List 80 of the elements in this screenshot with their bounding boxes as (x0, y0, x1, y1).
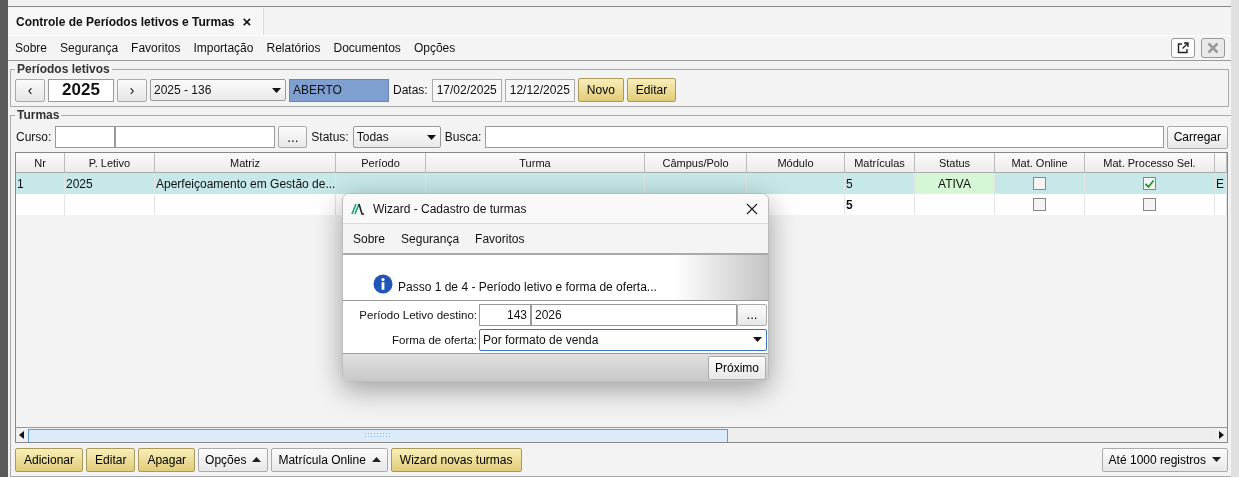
column-header[interactable]: Matrículas (845, 153, 915, 173)
close-icon (1207, 42, 1219, 54)
checkbox[interactable] (1033, 177, 1046, 190)
menu-item[interactable]: Favoritos (131, 41, 181, 55)
browse-button[interactable]: ... (737, 303, 767, 326)
status-dropdown[interactable]: Todas (352, 126, 441, 148)
course-code-field[interactable] (55, 126, 116, 148)
menu-item[interactable]: Sobre (15, 41, 48, 55)
action-button[interactable]: Novo (577, 78, 624, 102)
start-date-field[interactable]: 17/02/2025 (431, 78, 502, 102)
tab[interactable]: Controle de Períodos letivos e Turmas × (8, 8, 265, 35)
column-header[interactable]: Câmpus/Polo (645, 153, 747, 173)
checkbox[interactable] (1143, 198, 1156, 211)
browse-button[interactable]: ... (278, 126, 308, 148)
popout-button[interactable] (1171, 38, 1195, 58)
next-button[interactable]: Próximo (708, 355, 766, 380)
column-header[interactable]: Nr (16, 153, 65, 173)
status-field: ABERTO (289, 78, 389, 102)
column-header[interactable]: Mat. Online (995, 153, 1085, 173)
course-label: Curso: (15, 130, 53, 144)
period-field[interactable]: 2026 (531, 303, 737, 326)
group-title: Períodos letivos (16, 62, 111, 76)
table-cell: 5 (845, 194, 915, 215)
group-title: Turmas (16, 108, 61, 122)
close-icon[interactable] (746, 202, 758, 215)
menu-button[interactable]: Opções (198, 447, 269, 472)
year-field[interactable]: 2025 (48, 78, 114, 102)
offer-dropdown[interactable]: Por formato de venda (479, 328, 767, 351)
menu-item[interactable]: Sobre (353, 231, 386, 246)
column-header[interactable]: Turma (426, 153, 645, 173)
column-header[interactable]: Módulo (747, 153, 845, 173)
end-date-field[interactable]: 12/12/2025 (504, 78, 575, 102)
next-button[interactable]: › (117, 78, 147, 102)
action-button[interactable]: Apagar (138, 447, 196, 472)
search-label: Busca: (443, 130, 483, 144)
menu-item[interactable]: Relatórios (266, 41, 321, 55)
field-label: Forma de oferta: (391, 333, 478, 346)
period-dropdown[interactable]: 2025 - 136 (150, 79, 286, 101)
info-icon (373, 274, 393, 294)
menu-item[interactable]: Documentos (333, 41, 401, 55)
action-button[interactable]: Wizard novas turmas (390, 447, 522, 472)
action-button[interactable]: Editar (86, 447, 136, 472)
caret-icon (1212, 457, 1221, 462)
menu-item[interactable]: Segurança (401, 231, 460, 246)
caret-icon (426, 134, 436, 140)
caret-up-icon (252, 457, 262, 462)
external-link-icon (1177, 42, 1189, 54)
menu-item[interactable]: Favoritos (475, 231, 525, 246)
menu-item[interactable]: Importação (193, 41, 254, 55)
checkbox[interactable] (1033, 198, 1046, 211)
dates-label: Datas: (392, 83, 429, 97)
action-button[interactable]: Editar (626, 78, 677, 102)
load-button[interactable]: Carregar (1166, 125, 1228, 149)
records-limit-dropdown[interactable]: Até 1000 registros (1101, 447, 1228, 472)
column-header[interactable]: Status (915, 153, 995, 173)
caret-icon (272, 87, 281, 93)
previous-button[interactable]: ‹ (15, 78, 45, 102)
checkbox[interactable] (1143, 177, 1156, 190)
column-header[interactable]: Matriz (155, 153, 336, 173)
dialog-title: Wizard - Cadastro de turmas (373, 201, 528, 216)
field-label: Período Letivo destino: (358, 308, 478, 321)
column-header (1215, 153, 1227, 173)
horizontal-scrollbar[interactable] (16, 427, 1227, 442)
action-button[interactable]: Adicionar (15, 447, 84, 472)
status-label: Status: (310, 130, 350, 144)
menu-item[interactable]: Opções (413, 41, 456, 55)
course-name-field[interactable] (115, 126, 276, 148)
logo-icon (351, 202, 365, 215)
caret-up-icon (371, 457, 381, 462)
status-cell: ATIVA (915, 173, 995, 194)
column-header[interactable]: P. Letivo (65, 153, 155, 173)
column-header[interactable]: Mat. Processo Sel. (1085, 153, 1215, 173)
menu-button[interactable]: Matrícula Online (271, 447, 388, 472)
close-tab-button[interactable]: × (242, 13, 252, 30)
search-field[interactable] (485, 126, 1164, 148)
column-header[interactable]: Período (336, 153, 426, 173)
caret-icon (753, 337, 762, 342)
menu-item[interactable]: Segurança (60, 41, 119, 55)
code-field[interactable]: 143 (479, 303, 531, 326)
step-text: Passo 1 de 4 - Período letivo e forma de oferta... (398, 280, 657, 294)
